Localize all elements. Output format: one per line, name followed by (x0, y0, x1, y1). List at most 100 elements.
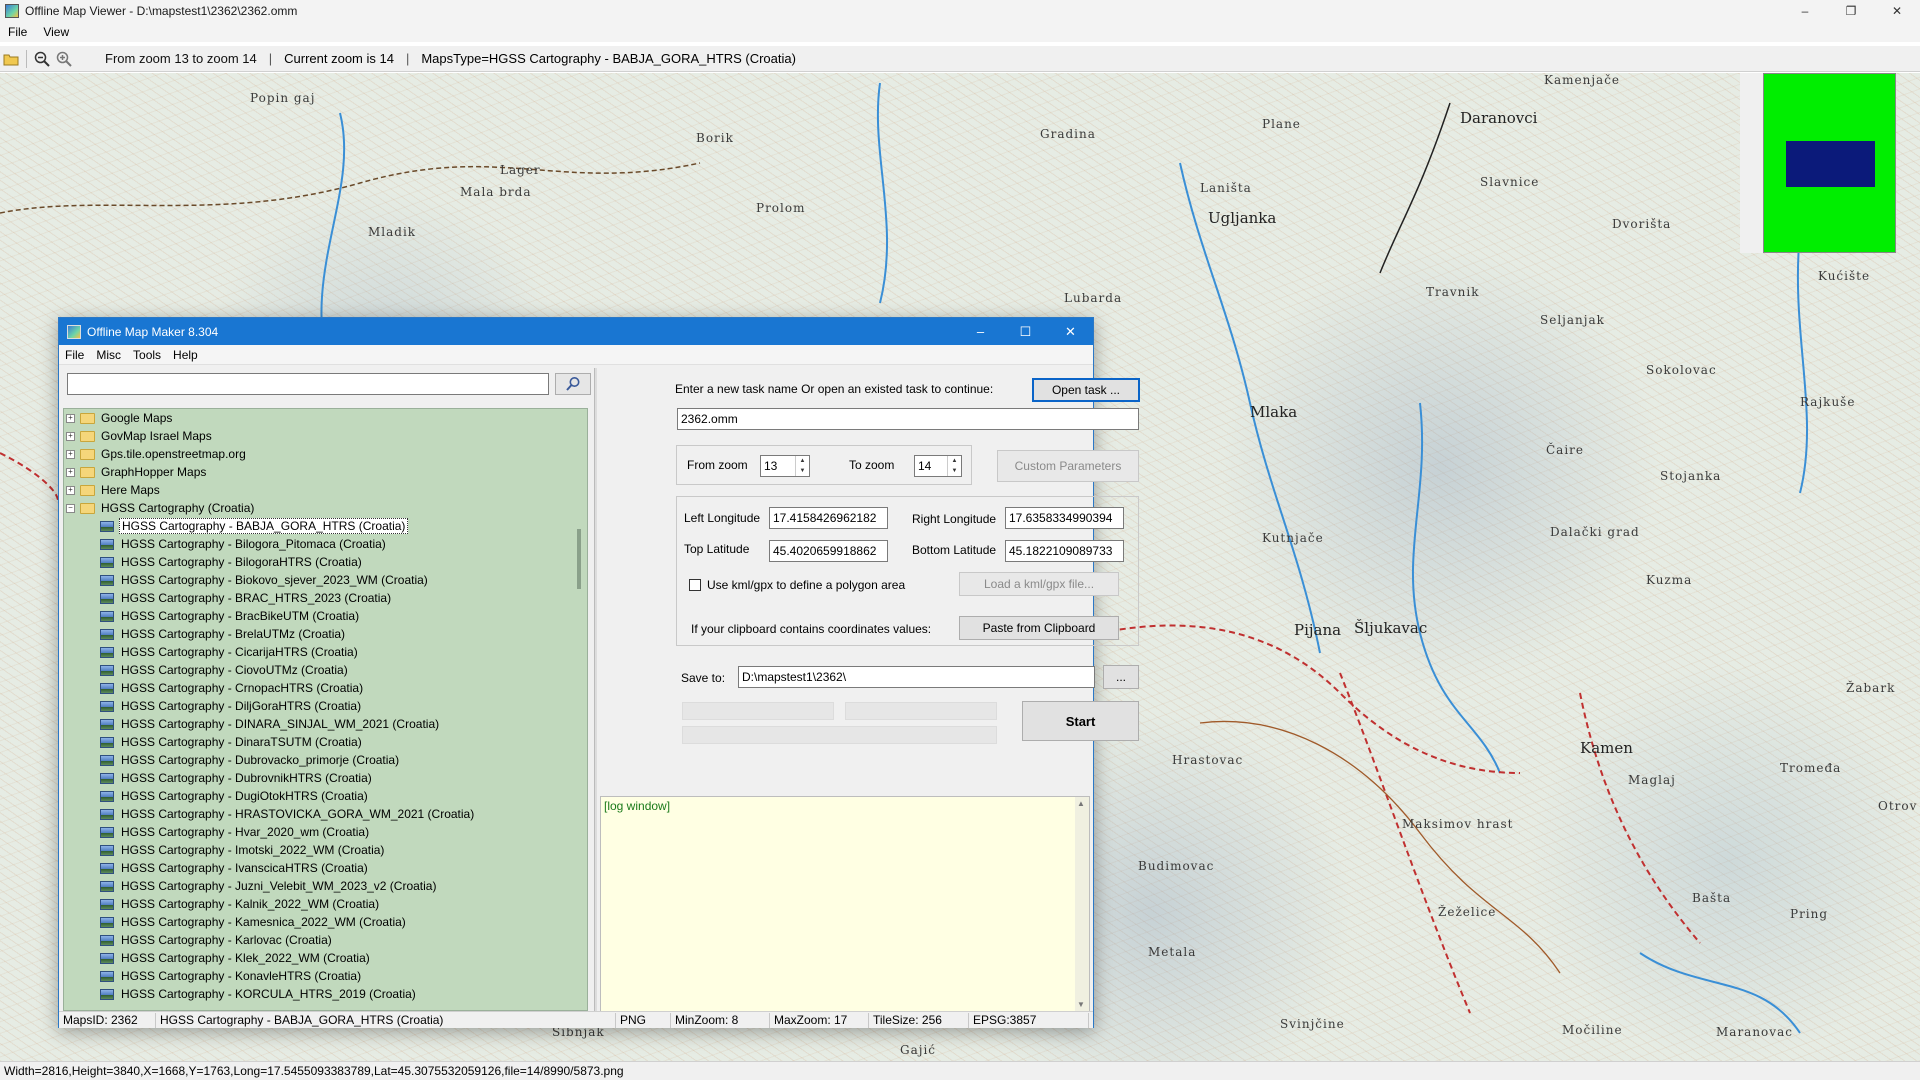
map-place-label: Močiline (1562, 1023, 1623, 1037)
scroll-up-icon[interactable]: ▲ (1077, 799, 1085, 808)
tree-map-label: HGSS Cartography - Hvar_2020_wm (Croatia… (121, 825, 370, 839)
maps-tree[interactable]: + Google Maps + GovMap Israel Maps + Gps.tile… (63, 408, 588, 1011)
tree-map-label: HGSS Cartography - Biokovo_sjever_2023_W… (121, 573, 428, 587)
tree-folder-row[interactable]: − HGSS Cartography (Croatia) (64, 499, 587, 517)
close-icon[interactable]: ✕ (1874, 0, 1920, 22)
progress-bar-1 (682, 702, 834, 720)
tree-map-item[interactable]: HGSS Cartography - Dubrovacko_primorje (… (64, 751, 587, 769)
open-folder-icon[interactable] (0, 48, 22, 70)
spin-up-icon[interactable]: ▲ (948, 456, 961, 466)
expand-icon[interactable]: + (66, 467, 75, 477)
tree-map-item[interactable]: HGSS Cartography - BABJA_GORA_HTRS (Croa… (64, 517, 587, 535)
zoom-range-text: From zoom 13 to zoom 14 (105, 51, 257, 66)
tree-map-item[interactable]: HGSS Cartography - Bilogora_Pitomaca (Cr… (64, 535, 587, 553)
open-task-button[interactable]: Open task ... (1032, 378, 1140, 402)
tree-folder-row[interactable]: + GraphHopper Maps (64, 463, 587, 481)
tree-map-item[interactable]: HGSS Cartography - Juzni_Velebit_WM_2023… (64, 877, 587, 895)
tree-scrollbar[interactable] (573, 409, 587, 1010)
tree-map-item[interactable]: HGSS Cartography - Karlovac (Croatia) (64, 931, 587, 949)
menu-misc[interactable]: Misc (90, 348, 127, 362)
custom-parameters-button[interactable]: Custom Parameters (997, 450, 1139, 482)
to-zoom-spinner[interactable]: 14 ▲ ▼ (914, 455, 962, 477)
tree-map-item[interactable]: HGSS Cartography - Klek_2022_WM (Croatia… (64, 949, 587, 967)
tree-map-item[interactable]: HGSS Cartography - Kalnik_2022_WM (Croat… (64, 895, 587, 913)
panel-splitter[interactable] (594, 368, 597, 1015)
task-name-input[interactable]: 2362.omm (677, 408, 1139, 430)
expand-icon[interactable]: + (66, 449, 75, 459)
tree-folder-row[interactable]: + Gps.tile.openstreetmap.org (64, 445, 587, 463)
tree-folder-row[interactable]: + Here Maps (64, 481, 587, 499)
tree-map-item[interactable]: HGSS Cartography - CicarijaHTRS (Croatia… (64, 643, 587, 661)
tree-map-label: HGSS Cartography - Kamesnica_2022_WM (Cr… (121, 915, 406, 929)
expand-icon[interactable]: + (66, 413, 75, 423)
overview-minimap[interactable] (1763, 73, 1896, 253)
tree-map-item[interactable]: HGSS Cartography - Biokovo_sjever_2023_W… (64, 571, 587, 589)
expand-icon[interactable]: + (66, 485, 75, 495)
bottom-latitude-input[interactable]: 45.1822109089733 (1005, 540, 1124, 562)
tree-map-item[interactable]: HGSS Cartography - DINARA_SINJAL_WM_2021… (64, 715, 587, 733)
left-longitude-input[interactable]: 17.4158426962182 (769, 507, 888, 529)
tree-map-item[interactable]: HGSS Cartography - DiljGoraHTRS (Croatia… (64, 697, 587, 715)
tree-map-item[interactable]: HGSS Cartography - BilogoraHTRS (Croatia… (64, 553, 587, 571)
from-zoom-label: From zoom (687, 458, 748, 472)
use-kml-checkbox[interactable] (689, 579, 701, 591)
tree-map-item[interactable]: HGSS Cartography - KORCULA_HTRS_2019 (Cr… (64, 985, 587, 1003)
tree-map-item[interactable]: HGSS Cartography - Hvar_2020_wm (Croatia… (64, 823, 587, 841)
folder-icon (80, 484, 95, 496)
spin-up-icon[interactable]: ▲ (796, 456, 809, 466)
map-tile-icon (100, 592, 114, 604)
minimize-icon[interactable]: – (1782, 0, 1828, 22)
minimize-icon[interactable]: – (958, 318, 1003, 345)
tree-folder-row[interactable]: + Google Maps (64, 409, 587, 427)
tree-map-label: HGSS Cartography - DugiOtokHTRS (Croatia… (121, 789, 368, 803)
tree-map-item[interactable]: HGSS Cartography - DinaraTSUTM (Croatia) (64, 733, 587, 751)
search-button[interactable] (555, 373, 591, 395)
map-place-label: Stojanka (1660, 469, 1722, 483)
tree-map-item[interactable]: HGSS Cartography - DubrovnikHTRS (Croati… (64, 769, 587, 787)
maximize-icon[interactable]: ☐ (1003, 318, 1048, 345)
tree-map-item[interactable]: HGSS Cartography - IvanscicaHTRS (Croati… (64, 859, 587, 877)
menu-file[interactable]: File (0, 25, 35, 39)
scroll-down-icon[interactable]: ▼ (1077, 1000, 1085, 1009)
paste-clipboard-button[interactable]: Paste from Clipboard (959, 616, 1119, 640)
load-kml-button[interactable]: Load a kml/gpx file... (959, 572, 1119, 596)
menu-help[interactable]: Help (167, 348, 204, 362)
save-path-input[interactable]: D:\mapstest1\2362\ (738, 666, 1095, 688)
tree-map-item[interactable]: HGSS Cartography - DugiOtokHTRS (Croatia… (64, 787, 587, 805)
right-longitude-input[interactable]: 17.6358334990394 (1005, 507, 1124, 529)
tree-map-item[interactable]: HGSS Cartography - BrelaUTMz (Croatia) (64, 625, 587, 643)
from-zoom-spinner[interactable]: 13 ▲ ▼ (760, 455, 810, 477)
menu-tools[interactable]: Tools (127, 348, 167, 362)
zoom-in-icon[interactable] (53, 48, 75, 70)
tree-map-item[interactable]: HGSS Cartography - Kamesnica_2022_WM (Cr… (64, 913, 587, 931)
tree-map-item[interactable]: HGSS Cartography - CrnopacHTRS (Croatia) (64, 679, 587, 697)
spin-down-icon[interactable]: ▼ (948, 466, 961, 476)
menu-view[interactable]: View (35, 25, 77, 39)
expand-icon[interactable]: + (66, 431, 75, 441)
collapse-icon[interactable]: − (66, 503, 75, 513)
zoom-out-icon[interactable] (31, 48, 53, 70)
map-place-label: Otrov (1878, 799, 1918, 813)
top-latitude-input[interactable]: 45.4020659918862 (769, 540, 888, 562)
tree-map-item[interactable]: HGSS Cartography - BracBikeUTM (Croatia) (64, 607, 587, 625)
tree-scroll-thumb[interactable] (577, 529, 581, 589)
spin-down-icon[interactable]: ▼ (796, 466, 809, 476)
menu-file[interactable]: File (59, 348, 90, 362)
tree-map-item[interactable]: HGSS Cartography - KonavleHTRS (Croatia) (64, 967, 587, 985)
map-place-label: Čaire (1546, 443, 1585, 457)
tree-map-label: HGSS Cartography - DinaraTSUTM (Croatia) (121, 735, 362, 749)
tree-map-item[interactable]: HGSS Cartography - HRASTOVICKA_GORA_WM_2… (64, 805, 587, 823)
log-window[interactable]: [log window] ▲ ▼ (600, 796, 1090, 1012)
start-button[interactable]: Start (1022, 701, 1139, 741)
overview-viewport-rect[interactable] (1786, 141, 1875, 187)
browse-folder-button[interactable]: ... (1103, 665, 1139, 689)
tree-map-item[interactable]: HGSS Cartography - Imotski_2022_WM (Croa… (64, 841, 587, 859)
tree-map-item[interactable]: HGSS Cartography - BRAC_HTRS_2023 (Croat… (64, 589, 587, 607)
map-tile-icon (100, 916, 114, 928)
maximize-icon[interactable]: ❐ (1828, 0, 1874, 22)
maps-search-input[interactable] (67, 373, 549, 395)
tree-map-item[interactable]: HGSS Cartography - CiovoUTMz (Croatia) (64, 661, 587, 679)
log-scrollbar[interactable]: ▲ ▼ (1075, 797, 1089, 1011)
close-icon[interactable]: ✕ (1048, 318, 1093, 345)
tree-folder-row[interactable]: + GovMap Israel Maps (64, 427, 587, 445)
